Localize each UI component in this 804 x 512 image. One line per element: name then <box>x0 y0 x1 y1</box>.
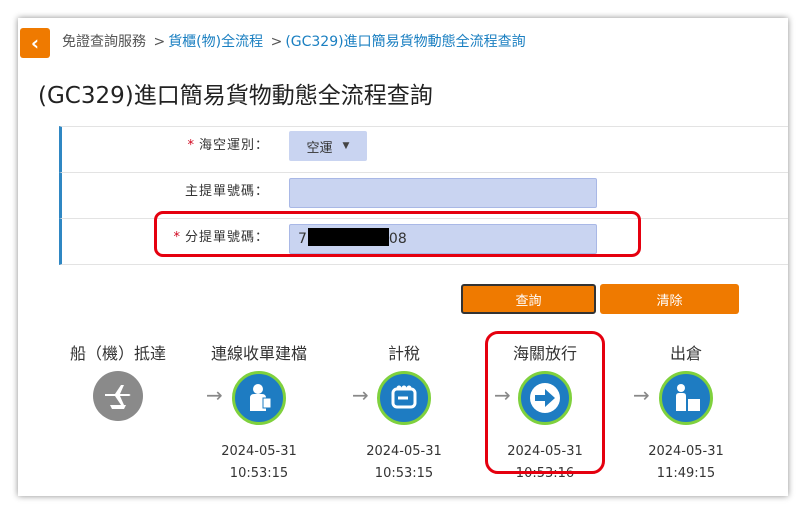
transport-select[interactable]: 空運 ▼ <box>289 131 367 161</box>
step-date: 2024-05-31 <box>221 444 297 459</box>
chevron-left-icon: ‹ <box>30 31 40 55</box>
plane-ship-icon <box>93 371 143 421</box>
step-label: 出倉 <box>669 344 702 363</box>
highlight-house-bill <box>154 211 641 257</box>
person-document-icon <box>232 371 286 425</box>
step-label: 連線收單建檔 <box>210 344 307 363</box>
master-bill-label: 主提單號碼： <box>184 184 269 199</box>
breadcrumb-separator: > <box>153 34 166 50</box>
step-time: 11:49:15 <box>656 466 716 481</box>
breadcrumb-root[interactable]: 免證查詢服務 <box>62 34 146 50</box>
query-button[interactable]: 查詢 <box>461 284 596 314</box>
form-row-transport: * 海空運別： 空運 ▼ <box>59 126 788 173</box>
breadcrumb-level1[interactable]: 貨櫃(物)全流程 <box>168 34 263 50</box>
transport-label: * 海空運別： <box>187 127 269 165</box>
step-date: 2024-05-31 <box>648 444 724 459</box>
master-bill-input[interactable] <box>289 178 597 208</box>
clear-button[interactable]: 清除 <box>600 284 739 314</box>
back-button[interactable]: ‹ <box>20 28 50 58</box>
step-filing: 連線收單建檔 2024-05-31 10:53:15 <box>194 343 324 485</box>
app-frame: ‹ 免證查詢服務 > 貨櫃(物)全流程 > (GC329)進口簡易貨物動態全流程查詢… <box>18 18 788 496</box>
person-boxes-icon <box>659 371 713 425</box>
step-tax: 計稅 2024-05-31 10:53:15 <box>339 343 469 485</box>
step-label: 船（機）抵達 <box>69 344 166 363</box>
tax-calc-icon <box>377 371 431 425</box>
step-date: 2024-05-31 <box>366 444 442 459</box>
step-time: 10:53:15 <box>374 466 434 481</box>
required-mark: * <box>187 138 195 153</box>
step-timestamp: 2024-05-31 10:53:15 <box>339 441 469 485</box>
caret-down-icon: ▼ <box>342 141 350 151</box>
page-title: (GC329)進口簡易貨物動態全流程查詢 <box>38 83 433 109</box>
breadcrumb-separator: > <box>270 34 283 50</box>
step-arrival: 船（機）抵達 <box>53 343 183 437</box>
transport-label-text: 海空運別： <box>198 138 269 153</box>
step-time: 10:53:15 <box>229 466 289 481</box>
breadcrumb: 免證查詢服務 > 貨櫃(物)全流程 > (GC329)進口簡易貨物動態全流程查詢 <box>62 31 526 51</box>
step-label: 計稅 <box>387 344 420 363</box>
transport-select-value: 空運 <box>306 140 333 156</box>
step-timestamp: 2024-05-31 11:49:15 <box>621 441 751 485</box>
breadcrumb-level2[interactable]: (GC329)進口簡易貨物動態全流程查詢 <box>285 34 525 50</box>
step-exit: 出倉 2024-05-31 11:49:15 <box>621 343 751 485</box>
highlight-release <box>485 331 605 474</box>
step-timestamp: 2024-05-31 10:53:15 <box>194 441 324 485</box>
